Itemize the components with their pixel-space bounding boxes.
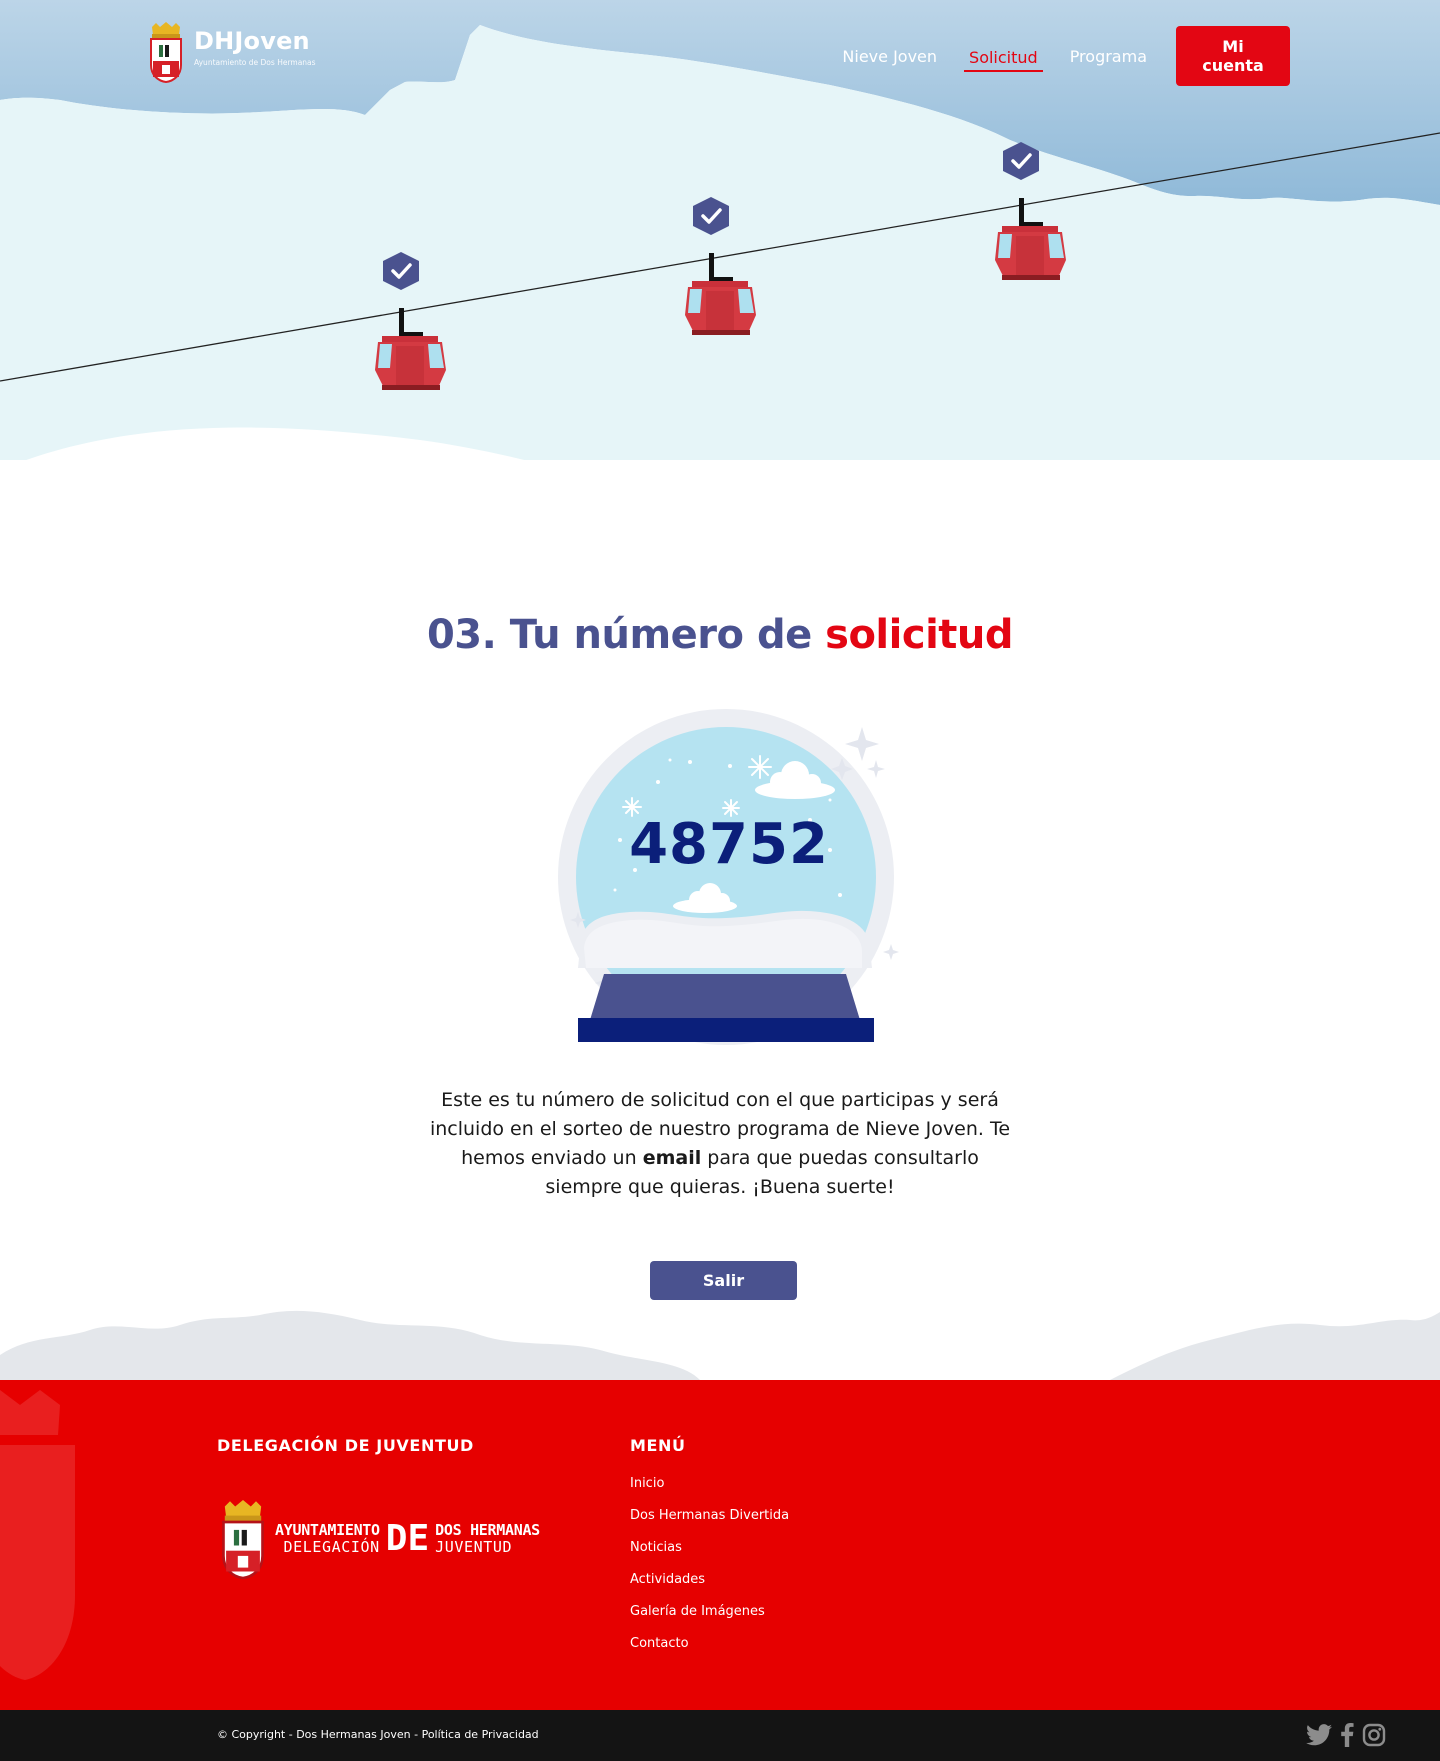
footer-link-galeria[interactable]: Galería de Imágenes <box>630 1604 789 1636</box>
org-line-delegacion: DELEGACIÓN <box>283 1538 380 1556</box>
check-badge-icon <box>1003 142 1039 180</box>
delegation-title: DELEGACIÓN DE JUVENTUD <box>217 1436 474 1455</box>
snow-drift-decoration <box>0 1310 1440 1380</box>
page-title-prefix: 03. Tu número de <box>426 612 826 658</box>
org-line-ayuntamiento: AYUNTAMIENTO <box>275 1521 380 1539</box>
description-bold-email: email <box>642 1147 702 1169</box>
footer-link-noticias[interactable]: Noticias <box>630 1540 789 1572</box>
footer-link-inicio[interactable]: Inicio <box>630 1476 789 1508</box>
gondola-cabin <box>995 142 1066 280</box>
logo-title: DHJoven <box>194 27 310 55</box>
copyright-text[interactable]: © Copyright - Dos Hermanas Joven - Polít… <box>217 1728 539 1741</box>
menu-title: MENÚ <box>630 1436 686 1455</box>
gondola-cabin <box>375 252 446 390</box>
site-logo[interactable]: DHJoven Ayuntamiento de Dos Hermanas <box>146 21 316 83</box>
nav-nieve-joven[interactable]: Nieve Joven <box>837 39 942 74</box>
coat-of-arms-watermark-icon <box>0 1390 75 1680</box>
footer-link-dos-hermanas-divertida[interactable]: Dos Hermanas Divertida <box>630 1508 789 1540</box>
org-de: DE <box>385 1518 430 1559</box>
facebook-icon[interactable] <box>1340 1723 1354 1751</box>
instagram-icon[interactable] <box>1362 1723 1386 1751</box>
footer-link-actividades[interactable]: Actividades <box>630 1572 789 1604</box>
delegation-logo: AYUNTAMIENTO DELEGACIÓN DE DOS HERMANAS … <box>217 1498 540 1580</box>
main-nav: Nieve Joven Solicitud Programa Mi cuenta <box>815 26 1290 86</box>
gondola-cabin <box>685 197 756 335</box>
coat-of-arms-icon <box>222 1500 264 1580</box>
coat-of-arms-icon <box>150 22 182 83</box>
nav-solicitud[interactable]: Solicitud <box>964 40 1043 72</box>
footer-link-contacto[interactable]: Contacto <box>630 1636 789 1668</box>
page-title: 03. Tu número de solicitud <box>0 612 1440 658</box>
description-text: Este es tu número de solicitud con el qu… <box>420 1086 1020 1202</box>
hero-banner: DHJoven Ayuntamiento de Dos Hermanas Nie… <box>0 0 1440 580</box>
page-title-accent: solicitud <box>825 612 1014 658</box>
social-links <box>1298 1723 1386 1751</box>
copyright-bar: © Copyright - Dos Hermanas Joven - Polít… <box>0 1710 1440 1761</box>
site-footer: DELEGACIÓN DE JUVENTUD AYUNTAMIENTO DELE… <box>0 1380 1440 1710</box>
org-line-juventud: JUVENTUD <box>435 1538 513 1556</box>
request-number: 48752 <box>629 812 829 877</box>
nav-programa[interactable]: Programa <box>1065 39 1152 74</box>
my-account-button[interactable]: Mi cuenta <box>1176 26 1290 86</box>
check-badge-icon <box>383 252 419 290</box>
twitter-icon[interactable] <box>1306 1724 1332 1750</box>
org-line-dos-hermanas: DOS HERMANAS <box>435 1521 540 1539</box>
check-badge-icon <box>693 197 729 235</box>
logo-subtitle: Ayuntamiento de Dos Hermanas <box>194 58 316 67</box>
footer-menu: Inicio Dos Hermanas Divertida Noticias A… <box>630 1476 789 1668</box>
